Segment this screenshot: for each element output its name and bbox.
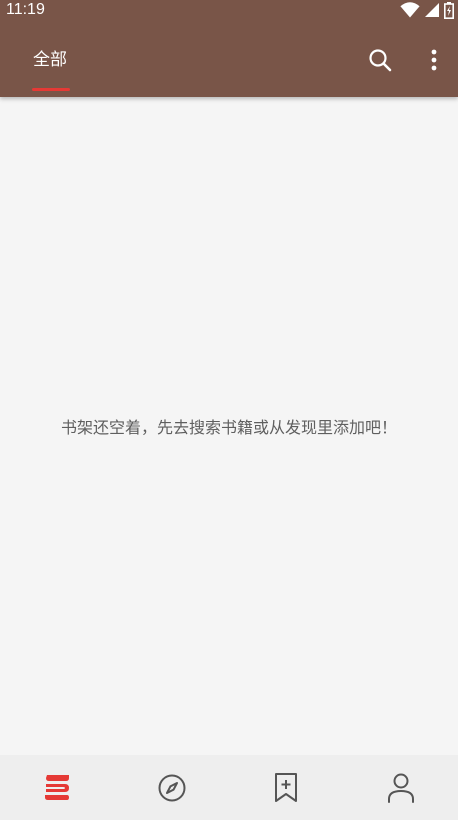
more-options-button[interactable] (420, 46, 448, 74)
tab-indicator (32, 88, 70, 91)
status-time: 11:19 (6, 1, 45, 18)
status-icons (400, 1, 454, 19)
search-button[interactable] (366, 46, 394, 74)
empty-bookshelf-message: 书架还空着，先去搜索书籍或从发现里添加吧！ (60, 418, 397, 437)
person-icon (387, 773, 414, 803)
tab-all[interactable]: 全部 (33, 49, 67, 71)
search-icon (369, 49, 392, 72)
nav-item-profile[interactable] (344, 755, 458, 820)
app-bar: 11:19 全部 (0, 0, 458, 97)
battery-icon (444, 1, 454, 19)
bottom-navigation (0, 755, 458, 820)
bookmark-add-icon (275, 772, 298, 802)
compass-icon (158, 774, 186, 801)
bookshelf-icon (45, 774, 70, 800)
status-bar: 11:19 (0, 0, 458, 20)
nav-item-bookmarks[interactable] (229, 755, 344, 820)
more-vert-icon (431, 49, 437, 71)
signal-icon (425, 3, 439, 17)
nav-item-bookshelf[interactable] (0, 755, 115, 820)
nav-item-discover[interactable] (115, 755, 230, 820)
wifi-icon (400, 2, 420, 18)
